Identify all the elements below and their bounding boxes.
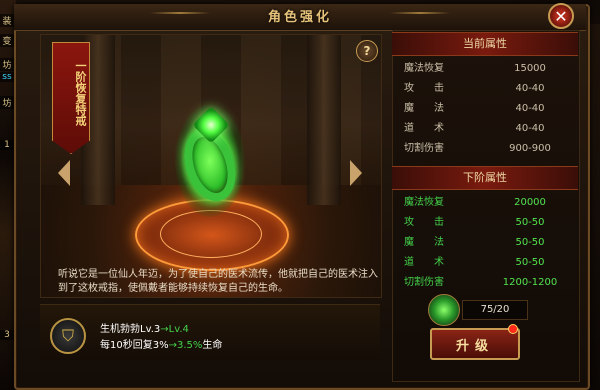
current-stat-row: 魔法恢复 15000 <box>398 60 574 78</box>
stat-value: 15000 <box>514 63 546 74</box>
left-edge-text[interactable]: 变 <box>0 34 14 47</box>
window-title: 角色强化 <box>267 10 332 25</box>
stat-value: 40-40 <box>515 103 545 114</box>
close-icon: ✕ <box>554 6 568 26</box>
stat-label: 攻 击 <box>404 217 444 228</box>
stat-value: 900-900 <box>509 143 551 154</box>
shield-icon: ⛉ <box>50 318 86 354</box>
left-edge-text[interactable]: 坊 <box>0 58 14 71</box>
skill-effect-suffix: 生命 <box>202 340 223 351</box>
title-ornament-right <box>390 12 450 14</box>
stage-pillar <box>307 35 341 205</box>
current-stat-row: 切割伤害 900-900 <box>398 140 574 158</box>
title-ornament-left <box>150 12 210 14</box>
left-edge-text[interactable]: ss <box>0 72 14 82</box>
skill-next-level: Lv.4 <box>168 324 189 335</box>
skill-effect-next: 3.5% <box>176 340 203 351</box>
help-button[interactable]: ? <box>356 40 378 62</box>
stat-label: 魔 法 <box>404 237 444 248</box>
stat-label: 切割伤害 <box>404 277 444 288</box>
stat-value: 20000 <box>514 197 546 208</box>
stat-label: 道 术 <box>404 123 444 134</box>
stat-value: 1200-1200 <box>502 277 558 288</box>
next-stat-row: 道 术 50-50 <box>398 254 574 272</box>
next-arrow-icon[interactable] <box>350 160 362 186</box>
left-edge-text[interactable]: 装 <box>0 14 14 27</box>
stat-label: 切割伤害 <box>404 143 444 154</box>
item-description: 听说它是一位仙人年迈，为了使自己的医术流传，他就把自己的医术注入到了这枚戒指，使… <box>58 269 378 294</box>
skill-effect: 每10秒回复3%→3.5%生命 <box>100 336 222 351</box>
stat-label: 魔 法 <box>404 103 444 114</box>
stat-label: 魔法恢复 <box>404 63 444 74</box>
current-stat-row: 魔 法 40-40 <box>398 100 574 118</box>
left-edge-text[interactable]: 1 <box>0 140 14 150</box>
stat-label: 攻 击 <box>404 83 444 94</box>
skill-effect-current: 每10秒回复3% <box>100 340 169 351</box>
next-stat-row: 魔 法 50-50 <box>398 234 574 252</box>
stat-value: 50-50 <box>515 257 545 268</box>
stat-value: 50-50 <box>515 217 545 228</box>
skill-effect-arrow: → <box>168 340 177 351</box>
material-count: 75/20 <box>462 300 528 320</box>
close-button[interactable]: ✕ <box>548 3 574 29</box>
current-stat-row: 道 术 40-40 <box>398 120 574 138</box>
magic-circle-inner <box>160 210 262 258</box>
material-gem-icon[interactable] <box>428 294 460 326</box>
next-stat-row: 魔法恢复 20000 <box>398 194 574 212</box>
stat-label: 道 术 <box>404 257 444 268</box>
skill-level: 生机勃勃Lv.3→Lv.4 <box>100 320 189 335</box>
next-stats-header: 下阶属性 <box>392 166 578 190</box>
stat-value: 40-40 <box>515 83 545 94</box>
next-stat-row: 攻 击 50-50 <box>398 214 574 232</box>
left-edge-text[interactable]: 坊 <box>0 96 14 109</box>
ring-title: 一阶恢复特戒 <box>74 60 87 126</box>
current-stat-row: 攻 击 40-40 <box>398 80 574 98</box>
current-stats-header: 当前属性 <box>392 32 578 56</box>
stat-value: 50-50 <box>515 237 545 248</box>
notification-dot-icon <box>508 324 518 334</box>
stat-value: 40-40 <box>515 123 545 134</box>
help-icon: ? <box>363 44 371 58</box>
upgrade-button[interactable]: 升级 <box>430 328 520 360</box>
previous-arrow-icon[interactable] <box>58 160 70 186</box>
skill-name: 生机勃勃Lv.3 <box>100 324 161 335</box>
skill-panel <box>40 304 380 361</box>
next-stat-row: 切割伤害 1200-1200 <box>398 274 574 292</box>
left-edge-text[interactable]: 3 <box>0 330 14 340</box>
stat-label: 魔法恢复 <box>404 197 444 208</box>
skill-arrow: → <box>160 324 169 335</box>
